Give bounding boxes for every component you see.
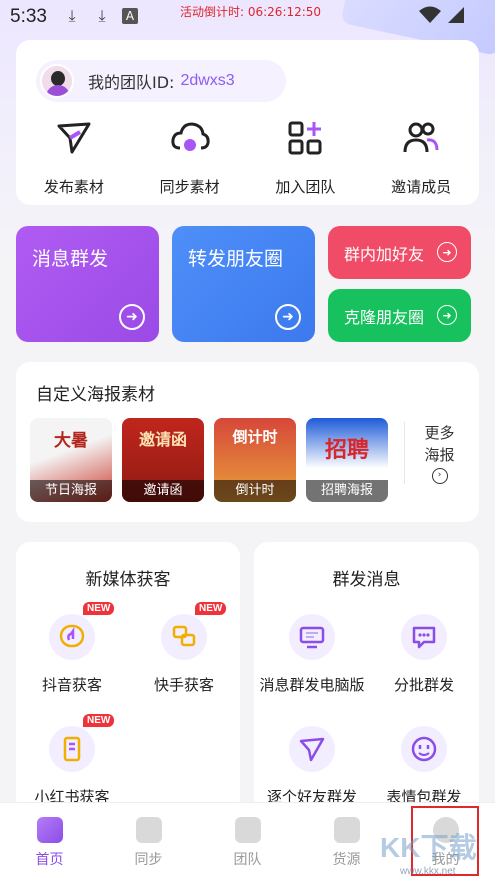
download-icon: ⤓ xyxy=(98,6,106,25)
new-badge: NEW xyxy=(83,714,115,727)
action-label: 同步素材 xyxy=(159,178,220,196)
download-icon: ⤓ xyxy=(68,6,76,25)
wifi-icon xyxy=(419,6,441,23)
group-add-friend-tile[interactable]: 群内加好友 ➜ xyxy=(328,226,471,279)
team-actions: 发布素材 同步素材 加入团队 邀请成员 xyxy=(16,118,479,197)
more-label: 更多 xyxy=(424,424,455,442)
arrow-right-icon: ➜ xyxy=(437,242,457,262)
mass-message-tile[interactable]: 消息群发 ➜ xyxy=(16,226,159,342)
send-icon xyxy=(289,726,335,772)
cloud-sync-icon xyxy=(171,122,210,151)
feature-label: 分批群发 xyxy=(393,676,454,694)
desktop-mass-send-button[interactable]: 消息群发电脑版 xyxy=(256,614,368,695)
paper-plane-icon xyxy=(57,122,91,154)
tile-label: 克隆朋友圈 xyxy=(344,308,425,327)
nav-label: 同步 xyxy=(134,852,163,868)
sync-icon xyxy=(135,817,162,843)
team-card: 我的团队ID: 2dwxs3 发布素材 同步素材 加入团队 邀请成员 xyxy=(16,40,479,205)
chat-bubble-icon xyxy=(401,614,447,660)
poster-art-text: 倒计时 xyxy=(232,428,278,446)
sync-material-button[interactable]: 同步素材 xyxy=(132,118,248,197)
monitor-icon xyxy=(289,614,335,660)
poster-invitation[interactable]: 邀请函 邀请函 xyxy=(122,418,204,502)
poster-caption: 招聘海报 xyxy=(306,480,388,502)
poster-caption: 倒计时 xyxy=(214,480,296,502)
arrow-right-icon: ➜ xyxy=(119,304,145,330)
grid-plus-icon xyxy=(288,121,322,155)
team-id-label: 我的团队ID: xyxy=(88,73,175,92)
xiaohongshu-icon: NEW xyxy=(49,714,115,772)
arrow-right-icon: ➜ xyxy=(437,305,457,325)
tile-label: 群内加好友 xyxy=(344,245,425,264)
douyin-button[interactable]: NEW 抖音获客 xyxy=(16,602,128,695)
watermark-url: www.kkx.net xyxy=(400,866,456,877)
new-media-panel: 新媒体获客 NEW 抖音获客 NEW 快手获客 NEW 小红书获客 xyxy=(16,542,240,812)
feature-label: 消息群发电脑版 xyxy=(259,676,365,694)
watermark: KK下载 xyxy=(380,832,477,863)
poster-art-text: 大暑 xyxy=(54,431,88,451)
action-label: 发布素材 xyxy=(43,178,104,196)
kuaishou-button[interactable]: NEW 快手获客 xyxy=(128,602,240,695)
poster-festival[interactable]: 大暑 节日海报 xyxy=(30,418,112,502)
new-badge: NEW xyxy=(83,602,115,615)
action-label: 加入团队 xyxy=(275,178,336,196)
feature-label: 快手获客 xyxy=(153,676,214,694)
more-posters-button[interactable]: 更多 海报 › xyxy=(404,422,474,484)
app-notification-icon: A xyxy=(122,8,138,24)
nav-team[interactable]: 团队 xyxy=(198,803,297,881)
poster-caption: 节日海报 xyxy=(30,480,112,502)
tile-label: 转发朋友圈 xyxy=(188,248,284,270)
kuaishou-icon: NEW xyxy=(161,602,227,660)
publish-material-button[interactable]: 发布素材 xyxy=(16,118,132,197)
invite-member-button[interactable]: 邀请成员 xyxy=(363,118,479,197)
new-badge: NEW xyxy=(195,602,227,615)
nav-label: 首页 xyxy=(35,852,64,868)
signal-icon xyxy=(448,7,464,23)
poster-caption: 邀请函 xyxy=(122,480,204,502)
poster-countdown[interactable]: 倒计时 倒计时 xyxy=(214,418,296,502)
clone-moments-tile[interactable]: 克隆朋友圈 ➜ xyxy=(328,289,471,342)
action-label: 邀请成员 xyxy=(391,178,452,196)
team-icon xyxy=(234,817,261,843)
douyin-icon: NEW xyxy=(49,602,115,660)
poster-card: 自定义海报素材 大暑 节日海报 邀请函 邀请函 倒计时 倒计时 招聘 招聘海报 … xyxy=(16,362,479,522)
status-bar: 5:33 ⤓ ⤓ A 活动倒计时: 06:26:12:50 xyxy=(0,0,495,34)
batch-send-button[interactable]: 分批群发 xyxy=(368,614,480,695)
feature-label: 抖音获客 xyxy=(41,676,102,694)
tile-label: 消息群发 xyxy=(32,248,109,270)
poster-section-title: 自定义海报素材 xyxy=(36,385,155,405)
smiley-icon xyxy=(401,726,447,772)
poster-recruit[interactable]: 招聘 招聘海报 xyxy=(306,418,388,502)
users-icon xyxy=(403,122,439,153)
nav-label: 团队 xyxy=(233,852,262,868)
group-send-panel: 群发消息 消息群发电脑版 分批群发 逐个好友群发 表情包群发 xyxy=(254,542,479,812)
arrow-right-icon: ➜ xyxy=(275,304,301,330)
join-team-button[interactable]: 加入团队 xyxy=(248,118,364,197)
bag-icon xyxy=(333,817,360,843)
countdown-text: 活动倒计时: 06:26:12:50 xyxy=(180,5,322,19)
poster-art-text: 招聘 xyxy=(324,438,369,463)
team-id-pill[interactable]: 我的团队ID: 2dwxs3 xyxy=(36,60,286,102)
panel-title: 群发消息 xyxy=(332,570,401,590)
panel-title: 新媒体获客 xyxy=(85,570,171,590)
chevron-right-icon: › xyxy=(431,468,448,484)
poster-art-text: 邀请函 xyxy=(138,430,187,449)
status-time: 5:33 xyxy=(10,6,47,27)
avatar[interactable] xyxy=(40,64,74,98)
home-icon xyxy=(36,817,63,843)
nav-home[interactable]: 首页 xyxy=(0,803,99,881)
one-by-one-send-button[interactable]: 逐个好友群发 xyxy=(256,726,368,807)
nav-sync[interactable]: 同步 xyxy=(99,803,198,881)
forward-moments-tile[interactable]: 转发朋友圈 ➜ xyxy=(172,226,315,342)
more-label: 海报 xyxy=(424,446,455,464)
team-id-value: 2dwxs3 xyxy=(180,72,235,89)
xiaohongshu-button[interactable]: NEW 小红书获客 xyxy=(16,714,128,807)
sticker-send-button[interactable]: 表情包群发 xyxy=(368,726,480,807)
